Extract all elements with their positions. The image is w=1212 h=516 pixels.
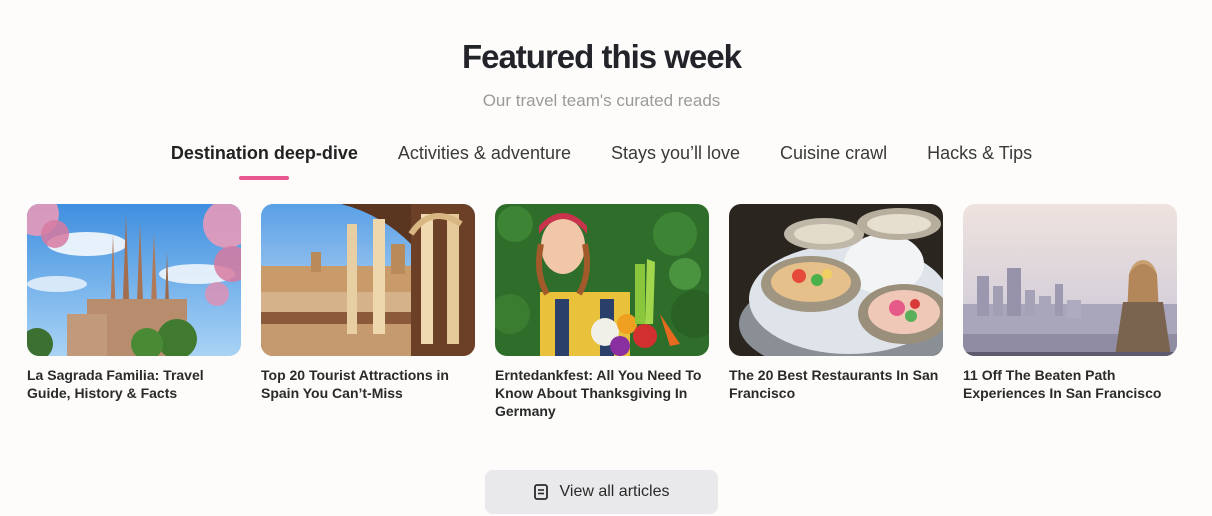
- oysters-image[interactable]: [729, 204, 943, 356]
- view-all-label: View all articles: [559, 483, 670, 500]
- article-card[interactable]: Erntedankfest: All You Need To Know Abou…: [495, 204, 709, 420]
- article-cards: La Sagrada Familia: Travel Guide, Histor…: [27, 204, 1177, 420]
- plaza-de-espana-illustration: [261, 204, 475, 356]
- section-subtitle: Our travel team's curated reads: [482, 91, 721, 110]
- san-francisco-image[interactable]: [963, 204, 1177, 356]
- tab-stays[interactable]: Stays you’ll love: [611, 140, 740, 180]
- article-card[interactable]: La Sagrada Familia: Travel Guide, Histor…: [27, 204, 241, 420]
- sagrada-familia-illustration: [27, 204, 241, 356]
- article-title[interactable]: 11 Off The Beaten Path Experiences In Sa…: [963, 366, 1177, 402]
- category-tabs: Destination deep-dive Activities & adven…: [0, 140, 1203, 180]
- section-title: Featured this week: [461, 38, 742, 75]
- article-card[interactable]: The 20 Best Restaurants In San Francisco: [729, 204, 943, 420]
- article-title[interactable]: Top 20 Tourist Attractions in Spain You …: [261, 366, 475, 402]
- plaza-de-espana-image[interactable]: [261, 204, 475, 356]
- tab-hacks-tips[interactable]: Hacks & Tips: [927, 140, 1032, 180]
- tab-destination-deep-dive[interactable]: Destination deep-dive: [171, 140, 358, 180]
- article-card[interactable]: 11 Off The Beaten Path Experiences In Sa…: [963, 204, 1177, 420]
- article-title[interactable]: Erntedankfest: All You Need To Know Abou…: [495, 366, 709, 420]
- article-title[interactable]: The 20 Best Restaurants In San Francisco: [729, 366, 943, 402]
- article-card[interactable]: Top 20 Tourist Attractions in Spain You …: [261, 204, 475, 420]
- document-icon: [533, 484, 548, 500]
- article-title[interactable]: La Sagrada Familia: Travel Guide, Histor…: [27, 366, 241, 402]
- tab-cuisine-crawl[interactable]: Cuisine crawl: [780, 140, 887, 180]
- view-all-articles-button[interactable]: View all articles: [485, 470, 718, 514]
- harvest-woman-illustration: [495, 204, 709, 356]
- san-francisco-illustration: [963, 204, 1177, 356]
- oysters-illustration: [729, 204, 943, 356]
- sagrada-familia-image[interactable]: [27, 204, 241, 356]
- tab-activities-adventure[interactable]: Activities & adventure: [398, 140, 571, 180]
- harvest-woman-image[interactable]: [495, 204, 709, 356]
